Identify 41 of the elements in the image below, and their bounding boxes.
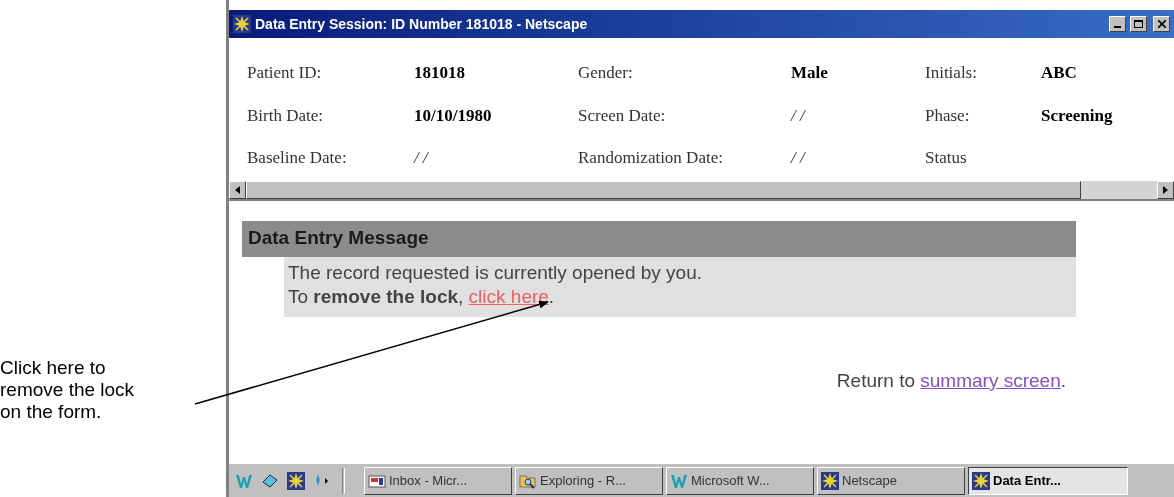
field-label: Baseline Date: [247,147,348,169]
field-value: 181018 [414,62,466,84]
star-logo-icon [821,471,839,490]
field-label: Status [925,147,968,169]
minimize-button[interactable] [1109,16,1126,32]
field-value: 10/10/1980 [414,104,493,127]
field-label: Patient ID: [247,62,323,84]
field-label: Initials: [925,62,978,84]
app-logo-icon [233,15,251,33]
scroll-right-icon[interactable] [1163,185,1168,194]
field-label: Screen Date: [578,104,667,127]
field-value: / / [791,147,807,169]
message-text: The record requested is currently opened by you. [288,260,703,285]
window-title: Data Entry Session: ID Number 181018 - Netscape [255,14,588,34]
field-label: Gender: [578,62,634,84]
message-header: Data Entry Message [242,220,1076,257]
summary-screen-link[interactable]: summary screen [920,369,1061,391]
taskbar-button[interactable]: Netscape [817,466,965,495]
field-value: Male [791,62,829,84]
return-text: Return to summary screen. [836,368,1066,393]
horizontal-scrollbar[interactable] [229,180,1174,201]
close-button[interactable] [1153,16,1170,32]
field-value: / / [791,104,807,127]
taskbar-button[interactable]: Inbox - Micr... [364,466,512,495]
field-value: ABC [1041,62,1078,84]
field-value: Screening [1041,104,1114,127]
field-label: Birth Date: [247,104,324,127]
message-text: To remove the lock, click here. [288,284,556,309]
field-label: Phase: [925,104,971,127]
scrollbar-thumb[interactable] [246,180,1081,199]
field-value: / / [414,147,430,169]
taskbar-button[interactable]: Exploring - R... [515,466,663,495]
star-logo-icon [287,471,305,490]
taskbar-button[interactable]: Data Entr... [968,466,1128,495]
maximize-button[interactable] [1130,16,1147,32]
scroll-left-icon[interactable] [235,185,240,194]
taskbar-button[interactable]: Microsoft W... [666,466,814,495]
field-label: Randomization Date: [578,147,724,169]
annotation-text: Click here to remove the lock on the form. [0,357,136,423]
close-icon [1157,20,1166,28]
star-logo-icon [972,471,990,490]
